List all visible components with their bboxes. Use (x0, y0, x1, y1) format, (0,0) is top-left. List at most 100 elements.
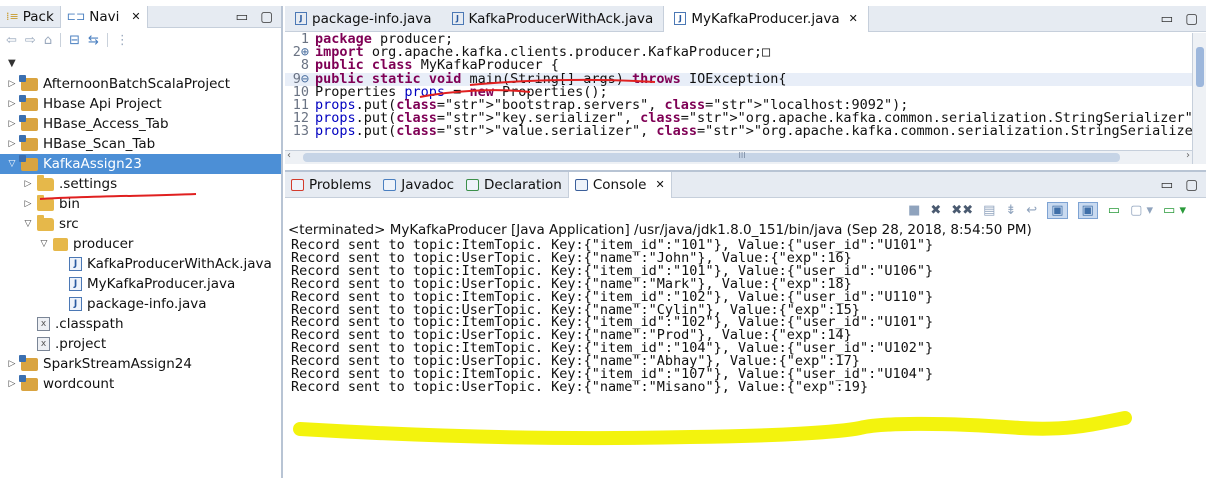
tree-item-label: KafkaAssign23 (43, 156, 142, 172)
tree-item[interactable]: ▷ AfternoonBatchScalaProject (0, 74, 281, 94)
folder-icon (37, 174, 54, 191)
show-on-error-icon[interactable]: ▣ (1077, 201, 1098, 219)
tab-javadoc[interactable]: Javadoc (377, 172, 460, 198)
folder-icon (37, 214, 54, 231)
back-arrow-icon[interactable]: ⇦ (6, 33, 17, 48)
terminate-icon[interactable]: ■ (908, 203, 920, 218)
collapsed-arrow-icon[interactable]: ▷ (22, 199, 34, 209)
maximize-icon[interactable]: ▢ (1185, 11, 1198, 27)
toolbar-separator (60, 33, 62, 47)
home-icon[interactable]: ⌂ (44, 33, 52, 48)
collapsed-arrow-icon[interactable]: ▷ (6, 379, 18, 389)
pin-console-icon[interactable]: ▭ (1108, 203, 1120, 218)
tree-item[interactable]: J KafkaProducerWithAck.java (0, 254, 281, 274)
editor-tab[interactable]: Jpackage-info.java (285, 6, 442, 32)
tab-declaration[interactable]: Declaration (460, 172, 568, 198)
editor-tabs: Jpackage-info.java J KafkaProducerWithAck.… (285, 5, 1206, 32)
expanded-arrow-icon[interactable]: ▽ (6, 159, 18, 169)
minimize-icon[interactable]: ▭ (1160, 11, 1173, 27)
tree-item[interactable]: x .project (0, 334, 281, 354)
tab-package-explorer[interactable]: ⁞≡ Pack (0, 6, 60, 28)
horizontal-scrollbar[interactable]: III ‹ › (285, 150, 1192, 164)
console-panel: Problems Javadoc Declaration Console ✕ ▭ ▢ ■ ✖… (285, 170, 1206, 478)
line-number: 13 (292, 123, 309, 140)
word-wrap-icon[interactable]: ↩ (1026, 203, 1037, 218)
tree-item[interactable]: ▷ .settings (0, 174, 281, 194)
package-icon (53, 237, 68, 251)
maximize-icon[interactable]: ▢ (260, 9, 273, 25)
tree-item-label: bin (59, 196, 80, 212)
tree-item[interactable]: ▷ bin (0, 194, 281, 214)
minimize-icon[interactable]: ▭ (235, 9, 248, 25)
scroll-thumb[interactable] (1196, 47, 1204, 87)
clear-console-icon[interactable]: ▤ (983, 203, 995, 218)
scroll-left-icon[interactable]: ‹ (287, 150, 291, 161)
tab-problems[interactable]: Problems (285, 172, 377, 198)
forward-arrow-icon[interactable]: ⇨ (25, 33, 36, 48)
tree-item[interactable]: ▽ KafkaAssign23 (0, 154, 281, 174)
tab-label: MyKafkaProducer.java (691, 10, 840, 27)
show-on-output-icon[interactable]: ▣ (1047, 201, 1068, 219)
editor-tab[interactable]: J KafkaProducerWithAck.java (442, 6, 664, 32)
code-line[interactable]: 13 props.put(class="str">"value.serialize… (285, 123, 1192, 140)
project-icon (19, 354, 38, 371)
window-controls: ▭ ▢ (1160, 11, 1206, 27)
code-editor: Jpackage-info.java J KafkaProducerWithAck.… (285, 5, 1206, 166)
close-icon[interactable]: ✕ (131, 10, 140, 23)
minimize-icon[interactable]: ▭ (1160, 177, 1173, 193)
open-console-icon[interactable]: ▭ ▾ (1163, 203, 1186, 218)
tab-label: Console (592, 176, 647, 193)
tab-console[interactable]: Console ✕ (567, 171, 672, 198)
tab-label: Problems (309, 176, 372, 193)
tree-item[interactable]: x .classpath (0, 314, 281, 334)
declaration-icon (466, 178, 480, 191)
expanded-arrow-icon[interactable]: ▽ (22, 219, 34, 229)
collapsed-arrow-icon[interactable]: ▷ (22, 179, 34, 189)
tree-item[interactable]: ▷ SparkStreamAssign24 (0, 354, 281, 374)
tree-item[interactable]: ▽ src (0, 214, 281, 234)
tree-item-label: MyKafkaProducer.java (87, 276, 236, 292)
scroll-thumb[interactable] (303, 153, 1120, 162)
collapse-all-icon[interactable]: ⊟ (69, 33, 80, 48)
tree-item[interactable]: ▷ HBase_Access_Tab (0, 114, 281, 134)
xml-file-icon: x (37, 337, 50, 351)
maximize-icon[interactable]: ▢ (1185, 177, 1198, 193)
tree-item[interactable]: ▷ Hbase Api Project (0, 94, 281, 114)
editor-tab[interactable]: J MyKafkaProducer.java ✕ (663, 5, 869, 32)
remove-all-launches-icon[interactable]: ✖✖ (951, 203, 973, 218)
collapsed-arrow-icon[interactable]: ▷ (6, 359, 18, 369)
collapsed-arrow-icon[interactable]: ▷ (6, 139, 18, 149)
project-icon (19, 94, 38, 111)
expanded-arrow-icon[interactable]: ▽ (38, 239, 50, 249)
collapsed-arrow-icon[interactable]: ▷ (6, 119, 18, 129)
java-file-icon: J (295, 12, 307, 25)
tree-item-label: .classpath (55, 316, 124, 332)
tree-item[interactable]: J MyKafkaProducer.java (0, 274, 281, 294)
tree-item-label: AfternoonBatchScalaProject (43, 76, 231, 92)
console-tabs: Problems Javadoc Declaration Console ✕ ▭ ▢ (285, 171, 1206, 198)
tree-item[interactable]: Jpackage-info.java (0, 294, 281, 314)
tree-item[interactable]: ▽ producer (0, 234, 281, 254)
remove-launch-icon[interactable]: ✖ (930, 203, 941, 218)
close-icon[interactable]: ✕ (849, 12, 858, 25)
close-icon[interactable]: ✕ (655, 178, 664, 191)
tree-item[interactable]: ▷ HBase_Scan_Tab (0, 134, 281, 154)
tab-label: KafkaProducerWithAck.java (468, 10, 654, 27)
tree-item-label: KafkaProducerWithAck.java (87, 256, 272, 272)
link-editor-icon[interactable]: ⇆ (88, 33, 99, 48)
vertical-scrollbar[interactable] (1192, 33, 1206, 164)
toolbar-separator (106, 33, 108, 47)
tree-item[interactable]: ▷ wordcount (0, 374, 281, 394)
collapsed-arrow-icon[interactable]: ▷ (6, 99, 18, 109)
display-console-icon[interactable]: ▢ ▾ (1130, 203, 1153, 218)
tab-navigator[interactable]: ⊏⊐ Navi ✕ (59, 5, 148, 28)
scroll-lock-icon[interactable]: ⇟ (1005, 203, 1016, 218)
collapsed-arrow-icon[interactable]: ▷ (6, 79, 18, 89)
scroll-right-icon[interactable]: › (1186, 150, 1190, 161)
view-menu-chevron-icon[interactable]: ▼ (8, 58, 16, 69)
filter-icon[interactable]: ⋮ (116, 33, 129, 48)
scroll-grip-mark: III (738, 151, 746, 160)
xml-file-icon: x (37, 317, 50, 331)
view-menu-row: ▼ (0, 52, 281, 74)
code-area[interactable]: 1 package producer; 2⊕ import org.apache.ka… (285, 33, 1192, 150)
